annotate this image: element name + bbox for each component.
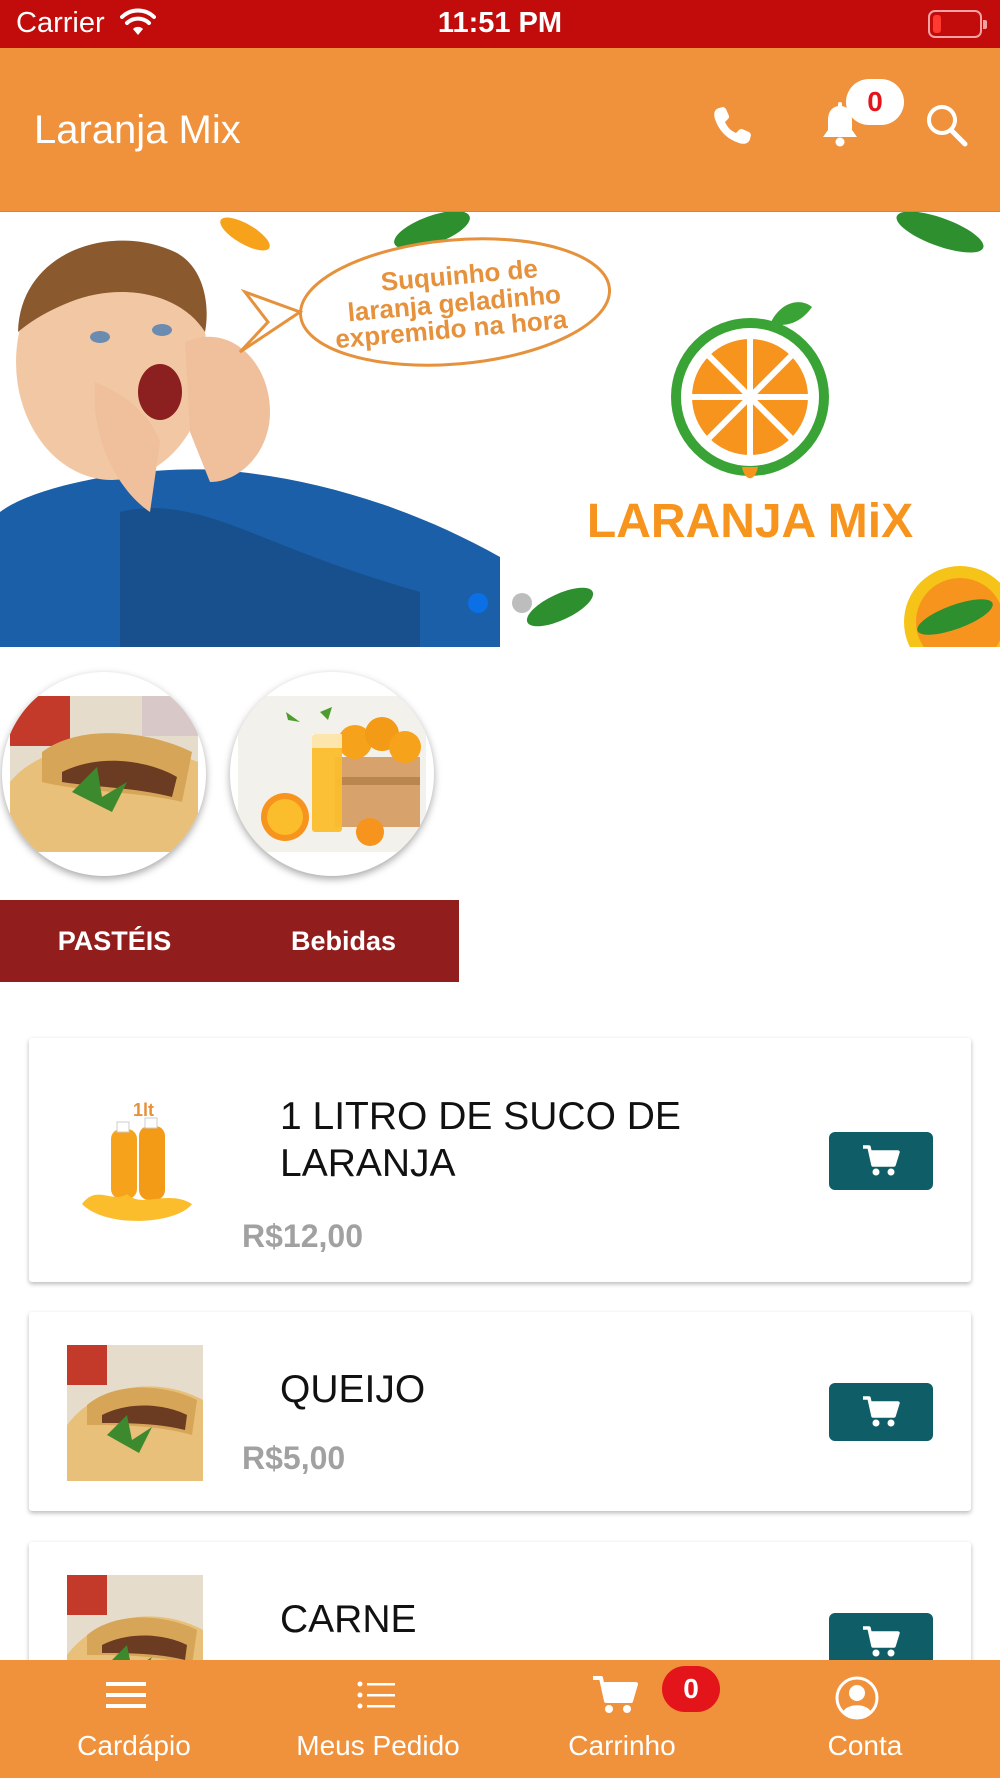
promo-banner-carousel[interactable]: Suquinho de laranja geladinho expremido … [0,212,1000,647]
juice-bottle-label: 1lt [133,1100,154,1120]
product-thumbnail-pastel [67,1345,203,1481]
pastel-image [10,696,198,852]
nav-cardapio[interactable]: Cardápio [44,1660,224,1778]
add-to-cart-button[interactable] [829,1132,933,1190]
category-tabs: PASTÉIS Bebidas [0,900,459,982]
status-bar: Carrier 11:51 PM [0,0,1000,48]
bebidas-image [238,696,426,852]
product-thumbnail-juice: 1lt [67,1094,203,1230]
category-bebidas-image[interactable] [230,672,434,876]
nav-meus-pedido[interactable]: Meus Pedido [278,1660,478,1778]
cart-count-badge: 0 [662,1666,720,1712]
cart-icon [863,1145,900,1176]
menu-icon [106,1682,146,1708]
product-name: CARNE [280,1598,417,1641]
search-icon[interactable] [924,102,968,148]
user-icon [835,1676,879,1720]
carousel-dot-active[interactable] [468,593,488,613]
category-pasteis-image[interactable] [2,672,206,876]
notification-badge: 0 [846,79,904,125]
bottom-navigation: Cardápio Meus Pedido Carrinho 0 Conta [0,1660,1000,1778]
app-screen: Carrier 11:51 PM Laranja Mix 0 Suquinho … [0,0,1000,1778]
nav-conta[interactable]: Conta [775,1660,955,1778]
phone-icon[interactable] [710,104,754,148]
carousel-dot[interactable] [512,593,532,613]
product-name: QUEIJO [280,1368,426,1411]
cart-icon [863,1396,900,1427]
battery-icon [928,10,987,38]
banner-logo-text: LARANJA MiX [587,495,913,548]
nav-label: Cardápio [77,1730,191,1761]
product-name: 1 LITRO DE SUCO DE LARANJA [280,1093,681,1187]
app-title: Laranja Mix [34,108,241,152]
banner-image: Suquinho de laranja geladinho expremido … [0,212,1000,647]
cart-icon [593,1676,638,1713]
product-card[interactable]: 1lt 1 LITRO DE SUCO DE LARANJA R$12,00 [29,1038,971,1282]
clock: 11:51 PM [437,7,563,39]
nav-label: Carrinho [568,1730,676,1761]
list-icon [357,1681,395,1709]
product-price: R$12,00 [242,1218,363,1254]
app-header: Laranja Mix 0 [0,48,1000,212]
product-card[interactable]: QUEIJO R$5,00 [29,1312,971,1511]
tab-bebidas[interactable]: Bebidas [229,900,458,982]
add-to-cart-button[interactable] [829,1383,933,1441]
product-name-line-2: LARANJA [280,1142,456,1185]
nav-label: Conta [827,1730,903,1761]
cart-icon [863,1626,900,1657]
nav-label: Meus Pedido [296,1730,460,1761]
tab-pasteis[interactable]: PASTÉIS [0,900,229,982]
product-name-line-1: 1 LITRO DE SUCO DE [280,1095,681,1138]
orange-logo-icon [671,302,829,479]
product-price: R$5,00 [242,1440,346,1476]
